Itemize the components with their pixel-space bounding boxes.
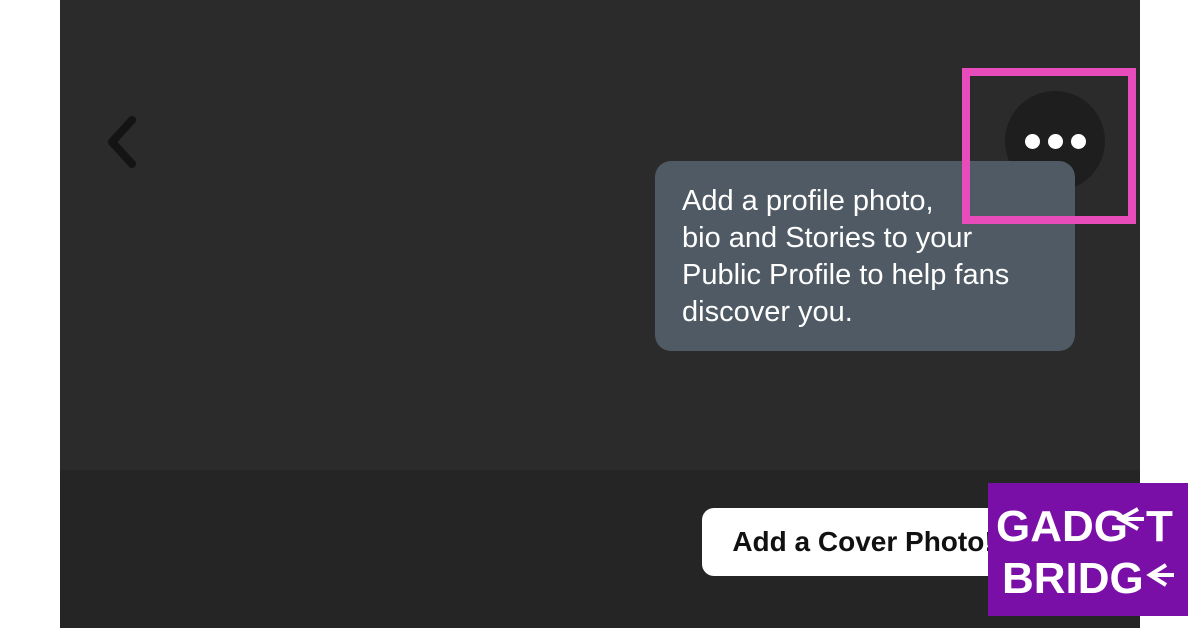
public-profile-tooltip: Add a profile photo, bio and Stories to … bbox=[655, 161, 1075, 351]
back-button[interactable] bbox=[98, 112, 146, 172]
app-screen: Add a profile photo, bio and Stories to … bbox=[60, 0, 1140, 628]
gadget-bridge-logo: GADG T BRIDG bbox=[988, 483, 1188, 616]
cover-photo-callout: Add a Cover Photo! bbox=[702, 508, 1038, 576]
logo-line-2: BRIDG bbox=[1002, 554, 1144, 603]
more-horizontal-icon bbox=[1021, 133, 1090, 149]
tooltip-text: Add a profile photo, bio and Stories to … bbox=[682, 185, 1010, 328]
logo-line-1-end: T bbox=[1146, 502, 1173, 551]
chevron-left-icon bbox=[108, 116, 136, 168]
circuit-arrow-icon bbox=[1146, 563, 1174, 587]
logo-line-1: GADG bbox=[996, 502, 1128, 551]
cover-photo-callout-label: Add a Cover Photo! bbox=[732, 526, 994, 557]
